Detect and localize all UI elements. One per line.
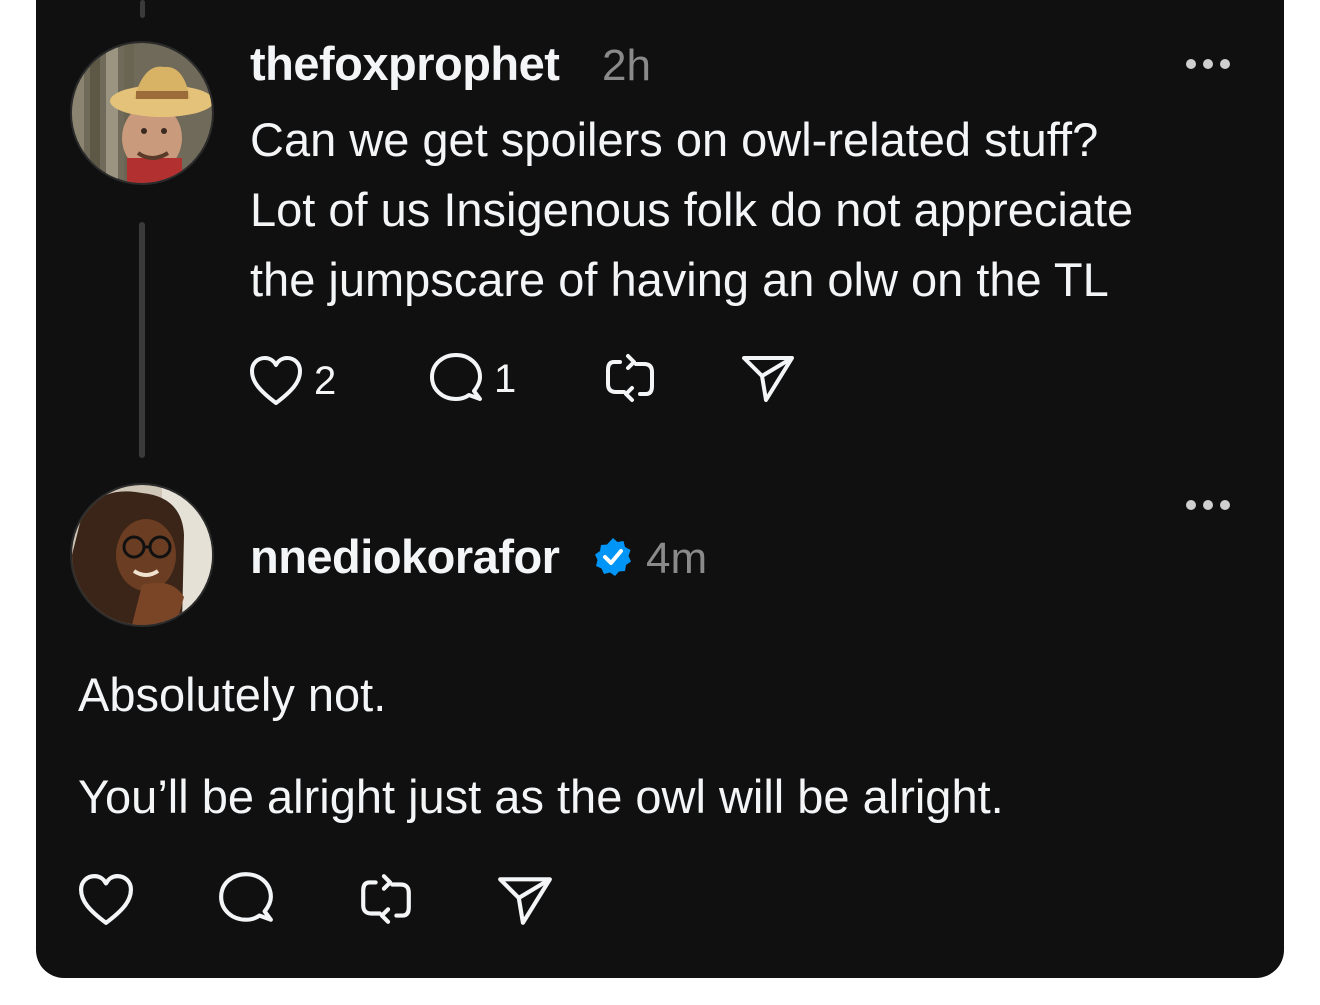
more-icon[interactable] <box>1184 57 1232 71</box>
repost-icon[interactable] <box>602 350 658 406</box>
post2-timestamp: 4m <box>646 534 708 583</box>
post1-reply-count: 1 <box>494 356 517 401</box>
post1-timestamp: 2h <box>602 41 651 90</box>
post1-like-button[interactable]: 2 <box>248 353 336 409</box>
post1-text-line-3: the jumpscare of having an olw on the TL <box>250 253 1109 306</box>
post1-text-line-2: Lot of us Insigenous folk do not appreci… <box>250 183 1134 236</box>
post1-text-line-1: Can we get spoilers on owl-related stuff… <box>250 113 1099 166</box>
repost-icon[interactable] <box>357 870 415 928</box>
post2-username[interactable]: nnediokorafor <box>250 529 560 584</box>
avatar-nnediokorafor[interactable] <box>70 483 214 627</box>
share-icon[interactable] <box>740 352 796 404</box>
post2-paragraph-2: You’ll be alright just as the owl will b… <box>78 770 1004 823</box>
comment-icon <box>430 353 482 401</box>
share-icon[interactable] <box>496 873 554 927</box>
post1-reply-button[interactable]: 1 <box>428 351 516 407</box>
heart-icon <box>250 356 302 405</box>
thread-connector <box>139 222 145 458</box>
comment-icon[interactable] <box>217 870 275 928</box>
post2-paragraph-1: Absolutely not. <box>78 668 387 721</box>
heart-icon[interactable] <box>76 873 136 927</box>
post1-username[interactable]: thefoxprophet <box>250 36 560 91</box>
more-icon[interactable] <box>1184 498 1232 512</box>
thread-card: thefoxprophet 2h Can we get spoilers on … <box>36 0 1284 978</box>
avatar-thefoxprophet[interactable] <box>70 41 214 185</box>
thread-connector-top <box>140 0 145 18</box>
post1-like-count: 2 <box>314 358 337 403</box>
verified-badge-icon <box>595 538 631 576</box>
